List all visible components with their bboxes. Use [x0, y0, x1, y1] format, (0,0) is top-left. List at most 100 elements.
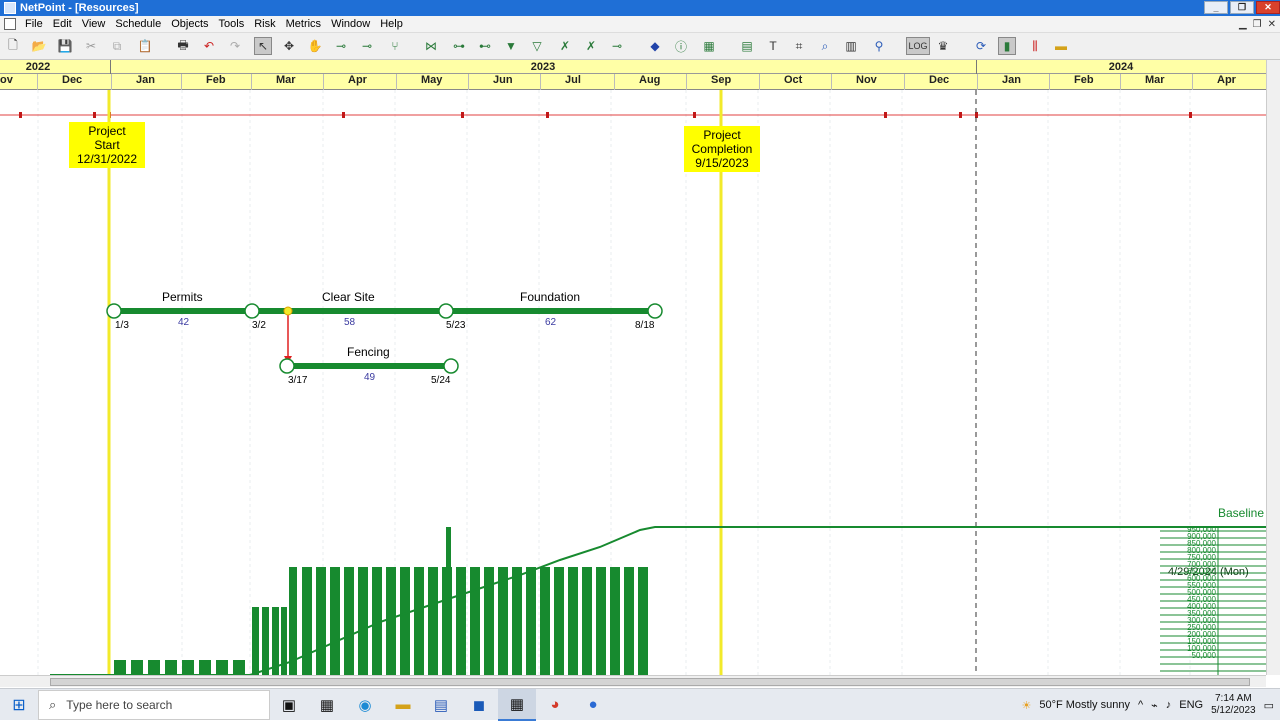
text-icon[interactable]: T — [764, 37, 782, 55]
new-icon[interactable]: 🗋 — [4, 37, 22, 55]
menu-objects[interactable]: Objects — [166, 18, 213, 30]
camera-icon[interactable]: ⌗ — [790, 37, 808, 55]
fork-icon[interactable]: ⑂ — [386, 37, 404, 55]
month-label: Feb — [1074, 74, 1094, 86]
resource-icon[interactable]: ▬ — [1052, 37, 1070, 55]
filter-icon[interactable]: ▼ — [502, 37, 520, 55]
filter3-icon[interactable]: ✗ — [556, 37, 574, 55]
network-icon[interactable]: ⌁ — [1151, 699, 1158, 712]
project-completion-note[interactable]: Project Completion 9/15/2023 — [684, 126, 760, 172]
year-2023: 2023 — [530, 61, 556, 73]
document-icon[interactable] — [4, 18, 16, 30]
project-start-note[interactable]: Project Start 12/31/2022 — [69, 122, 145, 168]
chain-icon[interactable]: ⋈ — [422, 37, 440, 55]
clock[interactable]: 7:14 AM 5/12/2023 — [1211, 693, 1256, 717]
cycle-icon[interactable]: ⟳ — [972, 37, 990, 55]
month-divider — [181, 74, 182, 90]
year-2022: 2022 — [25, 61, 51, 73]
note-start-line1: Project — [88, 124, 126, 138]
restore-button[interactable]: ❐ — [1230, 1, 1254, 14]
close-button[interactable]: ✕ — [1256, 1, 1280, 14]
menu-window[interactable]: Window — [326, 18, 375, 30]
group-icon[interactable]: ▦ — [700, 37, 718, 55]
activity-start-permits: 1/3 — [115, 320, 129, 331]
horizontal-scrollbar[interactable] — [0, 675, 1266, 687]
menu-risk[interactable]: Risk — [249, 18, 280, 30]
zoom-icon[interactable]: ⌕ — [816, 37, 834, 55]
menu-metrics[interactable]: Metrics — [281, 18, 326, 30]
bars-icon[interactable]: ⫼ — [1026, 37, 1044, 55]
crown-icon[interactable]: ♛ — [934, 37, 952, 55]
month-divider — [37, 74, 38, 90]
activity-name-fencing[interactable]: Fencing — [347, 345, 390, 359]
logic-icon[interactable]: LOG — [906, 37, 930, 55]
mdi-close-icon[interactable]: ✕ — [1268, 19, 1276, 30]
add-activity-icon[interactable]: ✥ — [280, 37, 298, 55]
filter2-icon[interactable]: ▽ — [528, 37, 546, 55]
link2-icon[interactable]: ⊸ — [358, 37, 376, 55]
activity-name-clear-site[interactable]: Clear Site — [322, 290, 375, 304]
activity-finish-clear-site: 5/23 — [446, 320, 466, 331]
save-icon[interactable]: 💾 — [56, 37, 74, 55]
chain2-icon[interactable]: ⊶ — [450, 37, 468, 55]
menu-tools[interactable]: Tools — [214, 18, 250, 30]
vertical-scrollbar[interactable] — [1266, 60, 1280, 675]
menu-edit[interactable]: Edit — [48, 18, 77, 30]
menu-schedule[interactable]: Schedule — [110, 18, 166, 30]
undo-icon[interactable]: ↶ — [200, 37, 218, 55]
mdi-restore-icon[interactable]: ❐ — [1253, 19, 1262, 30]
taskbar-search[interactable]: ⌕ Type here to search — [38, 689, 270, 720]
menu-file[interactable]: File — [20, 18, 48, 30]
note-start-line2: Start — [94, 138, 120, 152]
node-icon[interactable]: ⊸ — [608, 37, 626, 55]
select-icon[interactable]: ↖ — [254, 37, 272, 55]
menu-help[interactable]: Help — [375, 18, 408, 30]
chrome-icon[interactable]: ◕ — [536, 689, 574, 721]
mdi-minimize-icon[interactable]: ▁ — [1239, 19, 1247, 30]
netpoint-taskbar-icon[interactable]: ▦ — [498, 688, 536, 721]
tray-expand-icon[interactable]: ^ — [1138, 699, 1143, 711]
redo-icon[interactable]: ↷ — [226, 37, 244, 55]
window-title: NetPoint - [Resources] — [20, 2, 139, 14]
print-icon[interactable]: 🖶 — [174, 37, 192, 55]
month-label: Jan — [1002, 74, 1021, 86]
node-foundation-start — [438, 303, 454, 319]
task-view-icon[interactable]: ▣ — [270, 689, 308, 721]
file-explorer-icon[interactable]: ▬ — [384, 689, 422, 721]
pan-icon[interactable]: ✋ — [306, 37, 324, 55]
grid-icon[interactable]: ▥ — [842, 37, 860, 55]
open-icon[interactable]: 📂 — [30, 37, 48, 55]
activity-name-foundation[interactable]: Foundation — [520, 290, 580, 304]
month-divider — [977, 74, 978, 90]
link-icon[interactable]: ⊸ — [332, 37, 350, 55]
copy-icon[interactable]: ⧉ — [108, 37, 126, 55]
volume-icon[interactable]: ♪ — [1166, 699, 1172, 711]
info-icon[interactable]: ⓘ — [672, 37, 690, 55]
activity-finish-foundation: 8/18 — [635, 320, 655, 331]
activity-name-permits[interactable]: Permits — [162, 290, 203, 304]
outlook-icon[interactable]: ◼ — [460, 689, 498, 721]
weather-text[interactable]: 50°F Mostly sunny — [1039, 699, 1130, 711]
chain3-icon[interactable]: ⊷ — [476, 37, 494, 55]
filter4-icon[interactable]: ✗ — [582, 37, 600, 55]
paste-icon[interactable]: 📋 — [136, 37, 154, 55]
activity-start-fencing: 3/17 — [288, 375, 308, 386]
table-icon[interactable]: ▤ — [738, 37, 756, 55]
language-indicator[interactable]: ENG — [1179, 699, 1203, 711]
cut-icon[interactable]: ✂ — [82, 37, 100, 55]
zoom-app-icon[interactable]: ● — [574, 689, 612, 721]
milestone-icon[interactable]: ◆ — [646, 37, 664, 55]
notifications-icon[interactable]: ▭ — [1264, 699, 1274, 712]
schedule-canvas[interactable]: 2022 2023 2024 ov Dec Jan Feb Mar Apr May Jun Ju… — [0, 60, 1266, 675]
note-completion-line3: 9/15/2023 — [695, 156, 749, 170]
edge-icon[interactable]: ◉ — [346, 689, 384, 721]
store-icon[interactable]: ▤ — [422, 689, 460, 721]
start-button[interactable]: ⊞ — [0, 689, 38, 721]
pin-icon[interactable]: ⚲ — [870, 37, 888, 55]
horizontal-scroll-thumb[interactable] — [50, 678, 1250, 686]
note-completion-line2: Completion — [691, 142, 753, 156]
histogram-icon[interactable]: ▮ — [998, 37, 1016, 55]
app-icon-1[interactable]: ▦ — [308, 689, 346, 721]
minimize-button[interactable]: _ — [1204, 1, 1228, 14]
menu-view[interactable]: View — [77, 18, 111, 30]
